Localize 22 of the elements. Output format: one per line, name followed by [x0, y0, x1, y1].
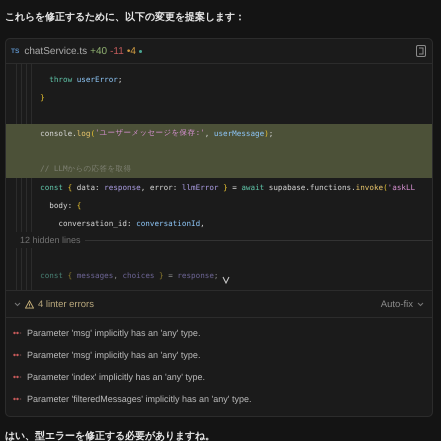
- linter-error-message: Parameter 'index' implicitly has an 'any' type.: [27, 372, 205, 382]
- linter-error-message: Parameter 'msg' implicitly has an 'any' type.: [27, 328, 200, 338]
- hidden-lines-label[interactable]: 12 hidden lines: [20, 235, 81, 245]
- linter-errors-toggle[interactable]: 4 linter errors: [38, 298, 94, 310]
- linter-error-message: Parameter 'msg' implicitly has an 'any' type.: [27, 350, 200, 360]
- added-count: +40: [90, 46, 108, 56]
- error-dots-icon: [13, 397, 22, 401]
- file-name[interactable]: chatService.ts: [24, 46, 88, 56]
- copy-icon[interactable]: [416, 45, 426, 57]
- chevron-down-icon[interactable]: [417, 302, 424, 306]
- auto-fix-button[interactable]: Auto-fix: [380, 298, 413, 310]
- removed-count: -11: [110, 46, 124, 56]
- error-dots-icon: [13, 331, 22, 335]
- message-text: これらを修正するために、以下の変更を提案します：: [5, 10, 246, 24]
- status-dot-icon: [138, 50, 142, 52]
- message-text: はい、型エラーを修正する必要がありますね。: [5, 430, 216, 441]
- chevron-down-icon[interactable]: [14, 300, 21, 308]
- error-dots-icon: [13, 375, 22, 379]
- warning-icon: [25, 300, 34, 308]
- linter-error-message: Parameter 'filteredMessages' implicitly has an 'any' type.: [27, 394, 252, 404]
- error-dots-icon: [13, 353, 22, 357]
- modified-count: •4: [126, 46, 136, 56]
